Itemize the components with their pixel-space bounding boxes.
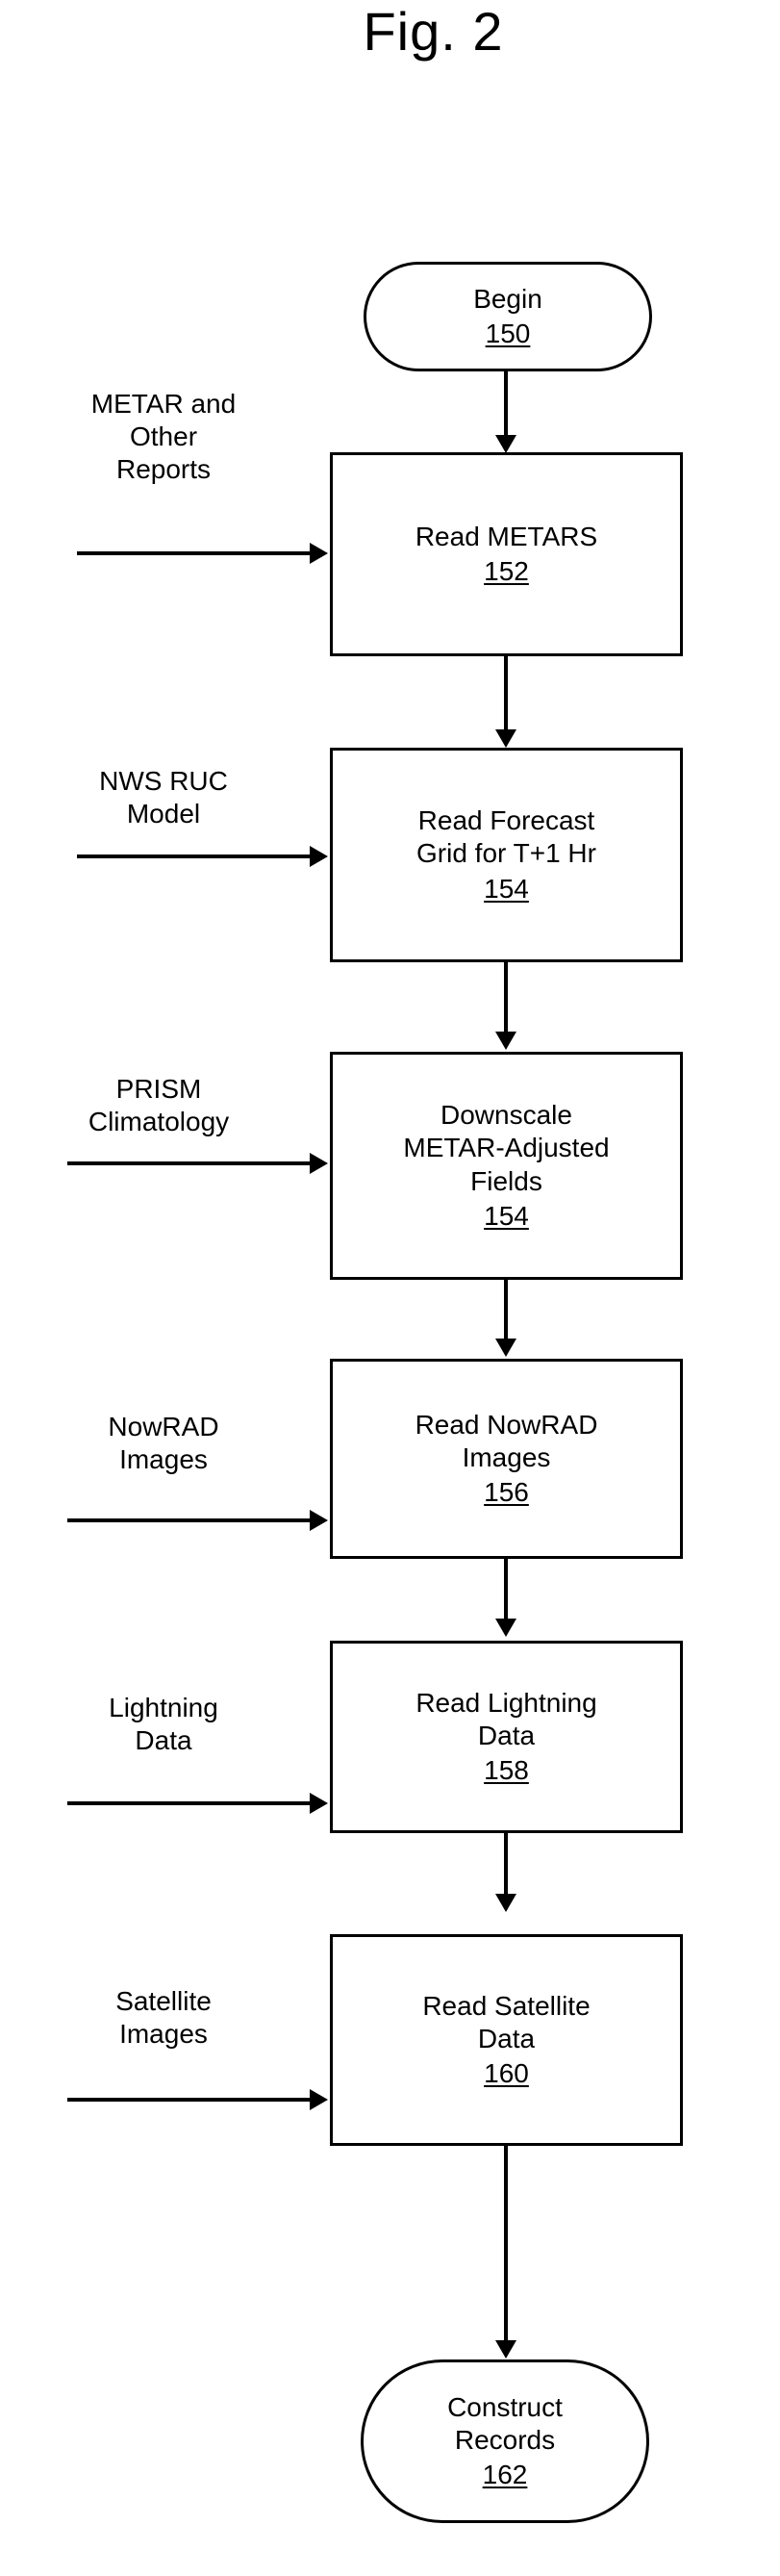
connector-step2-to-step3 bbox=[504, 962, 508, 1034]
arrowhead-step1-to-step2 bbox=[495, 729, 516, 748]
figure-page: Fig. 2 Begin 150 METAR and Other Reports… bbox=[0, 0, 780, 2576]
step2-line1: Read Forecast bbox=[417, 805, 595, 836]
source-label-step1-line2: Other bbox=[129, 421, 198, 452]
flow-node-step4: Read NowRAD Images 156 bbox=[330, 1359, 683, 1559]
source-label-step3-line2: Climatology bbox=[88, 1107, 230, 1137]
source-label-step2-line1: NWS RUC bbox=[99, 766, 228, 796]
source-arrowhead-step1 bbox=[310, 543, 328, 564]
step4-line1: Read NowRAD bbox=[415, 1409, 598, 1440]
source-label-step4-line1: NowRAD bbox=[108, 1412, 219, 1441]
connector-step6-to-end bbox=[504, 2146, 508, 2343]
arrowhead-step4-to-step5 bbox=[495, 1619, 516, 1637]
source-label-step6-line1: Satellite bbox=[115, 1986, 212, 2016]
end-line1: Construct bbox=[447, 2391, 563, 2422]
step5-line2: Data bbox=[477, 1720, 536, 1750]
step3-line3: Fields bbox=[470, 1165, 542, 1196]
flow-node-step1: Read METARS 152 bbox=[330, 452, 683, 656]
source-arrowhead-step6 bbox=[310, 2089, 328, 2110]
source-label-step4-line2: Images bbox=[119, 1444, 208, 1475]
source-label-step4: NowRAD Images bbox=[19, 1411, 308, 1476]
step3-reference: 154 bbox=[484, 1200, 529, 1231]
flow-node-step5: Read Lightning Data 158 bbox=[330, 1641, 683, 1833]
arrowhead-step5-to-step6 bbox=[495, 1894, 516, 1912]
connector-begin-to-step1 bbox=[504, 371, 508, 437]
flow-node-step2: Read Forecast Grid for T+1 Hr 154 bbox=[330, 748, 683, 962]
figure-title: Fig. 2 bbox=[363, 1, 504, 62]
source-label-step5: Lightning Data bbox=[19, 1692, 308, 1757]
step6-line2: Data bbox=[477, 2023, 536, 2053]
source-arrow-line-step3 bbox=[67, 1161, 313, 1165]
source-label-step5-line2: Data bbox=[135, 1725, 192, 1756]
source-label-step3-line1: PRISM bbox=[115, 1074, 202, 1104]
source-label-step1-line3: Reports bbox=[115, 454, 212, 485]
step1-reference: 152 bbox=[484, 556, 529, 586]
source-label-step1-line1: METAR and bbox=[90, 389, 237, 419]
step6-line1: Read Satellite bbox=[422, 1990, 591, 2021]
source-label-step2: NWS RUC Model bbox=[19, 765, 308, 830]
source-label-step2-line2: Model bbox=[126, 799, 201, 829]
flow-node-begin: Begin 150 bbox=[364, 262, 652, 371]
step5-reference: 158 bbox=[484, 1755, 529, 1786]
source-arrow-line-step1 bbox=[77, 551, 313, 555]
step3-line1: Downscale bbox=[440, 1100, 572, 1131]
step1-line1: Read METARS bbox=[415, 521, 598, 551]
source-label-step5-line1: Lightning bbox=[109, 1693, 218, 1722]
end-line2: Records bbox=[454, 2424, 556, 2455]
source-arrowhead-step4 bbox=[310, 1510, 328, 1531]
arrowhead-step6-to-end bbox=[495, 2340, 516, 2359]
step2-line2: Grid for T+1 Hr bbox=[416, 838, 596, 869]
connector-step5-to-step6 bbox=[504, 1833, 508, 1897]
begin-label: Begin bbox=[473, 283, 542, 314]
connector-step3-to-step4 bbox=[504, 1280, 508, 1341]
source-arrow-line-step5 bbox=[67, 1801, 313, 1805]
source-arrow-line-step6 bbox=[67, 2098, 313, 2102]
source-arrow-line-step4 bbox=[67, 1518, 313, 1522]
step6-reference: 160 bbox=[484, 2058, 529, 2089]
step2-reference: 154 bbox=[484, 873, 529, 904]
source-arrowhead-step2 bbox=[310, 846, 328, 867]
step4-reference: 156 bbox=[484, 1477, 529, 1508]
connector-step1-to-step2 bbox=[504, 656, 508, 732]
flow-node-step3: Downscale METAR-Adjusted Fields 154 bbox=[330, 1052, 683, 1280]
source-label-step3: PRISM Climatology bbox=[10, 1073, 308, 1138]
arrowhead-begin-to-step1 bbox=[495, 435, 516, 453]
arrowhead-step3-to-step4 bbox=[495, 1339, 516, 1357]
connector-step4-to-step5 bbox=[504, 1559, 508, 1621]
step4-line2: Images bbox=[462, 1441, 551, 1472]
arrowhead-step2-to-step3 bbox=[495, 1032, 516, 1050]
end-reference: 162 bbox=[482, 2460, 528, 2490]
flow-node-step6: Read Satellite Data 160 bbox=[330, 1934, 683, 2146]
begin-reference: 150 bbox=[485, 319, 531, 348]
source-arrowhead-step5 bbox=[310, 1793, 328, 1814]
flow-node-construct-records: Construct Records 162 bbox=[361, 2359, 649, 2523]
source-label-step1: METAR and Other Reports bbox=[19, 388, 308, 486]
source-label-step6-line2: Images bbox=[119, 2019, 208, 2050]
step3-line2: METAR-Adjusted bbox=[403, 1133, 610, 1163]
source-arrow-line-step2 bbox=[77, 854, 313, 858]
source-label-step6: Satellite Images bbox=[19, 1985, 308, 2051]
source-arrowhead-step3 bbox=[310, 1153, 328, 1174]
step5-line1: Read Lightning bbox=[415, 1687, 597, 1718]
